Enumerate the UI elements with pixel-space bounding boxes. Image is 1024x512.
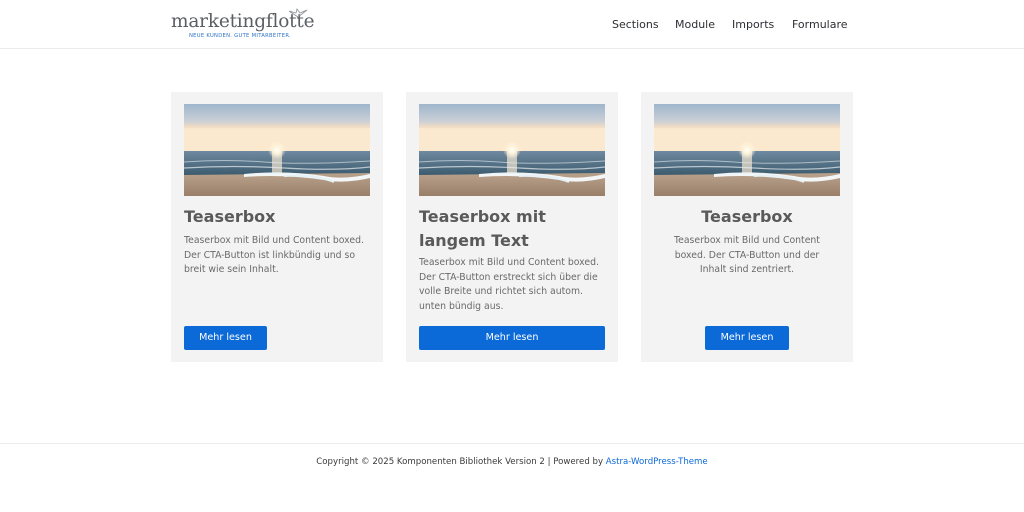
teaser-card-2: Teaserbox mit langem Text Teaserbox mit … bbox=[406, 92, 618, 362]
card-title: Teaserbox bbox=[184, 207, 276, 226]
card-title: Teaserbox bbox=[701, 207, 793, 226]
teaser-card-3: Teaserbox Teaserbox mit Bild und Content… bbox=[641, 92, 853, 362]
copyright-text: Copyright © 2025 Komponenten Bibliothek … bbox=[316, 457, 606, 467]
logo-tagline: NEUE KUNDEN. GUTE MITARBEITER. bbox=[189, 33, 291, 39]
site-logo[interactable]: marketingflotte NEUE KUNDEN. GUTE MITARB… bbox=[171, 8, 315, 42]
nav-item-formulare[interactable]: Formulare bbox=[792, 18, 848, 31]
site-header: marketingflotte NEUE KUNDEN. GUTE MITARB… bbox=[0, 0, 1024, 49]
site-footer: Copyright © 2025 Komponenten Bibliothek … bbox=[0, 443, 1024, 512]
read-more-button[interactable]: Mehr lesen bbox=[705, 326, 789, 350]
paper-boat-icon bbox=[288, 8, 308, 18]
beach-sunset-image bbox=[184, 104, 370, 196]
card-text: Teaserbox mit Bild und Content boxed. De… bbox=[674, 235, 820, 276]
card-title: Teaserbox mit langem Text bbox=[419, 207, 546, 250]
read-more-button[interactable]: Mehr lesen bbox=[184, 326, 267, 350]
footer-copyright: Copyright © 2025 Komponenten Bibliothek … bbox=[0, 457, 1024, 467]
teaser-card-1: Teaserbox Teaserbox mit Bild und Content… bbox=[171, 92, 383, 362]
theme-link[interactable]: Astra-WordPress-Theme bbox=[606, 457, 708, 467]
nav-item-imports[interactable]: Imports bbox=[732, 18, 774, 31]
card-text: Teaserbox mit Bild und Content boxed. De… bbox=[184, 235, 364, 276]
nav-item-sections[interactable]: Sections bbox=[612, 18, 659, 31]
card-text: Teaserbox mit Bild und Content boxed. De… bbox=[419, 257, 599, 312]
read-more-button[interactable]: Mehr lesen bbox=[419, 326, 605, 350]
beach-sunset-image bbox=[654, 104, 840, 196]
nav-item-module[interactable]: Module bbox=[675, 18, 715, 31]
beach-sunset-image bbox=[419, 104, 605, 196]
